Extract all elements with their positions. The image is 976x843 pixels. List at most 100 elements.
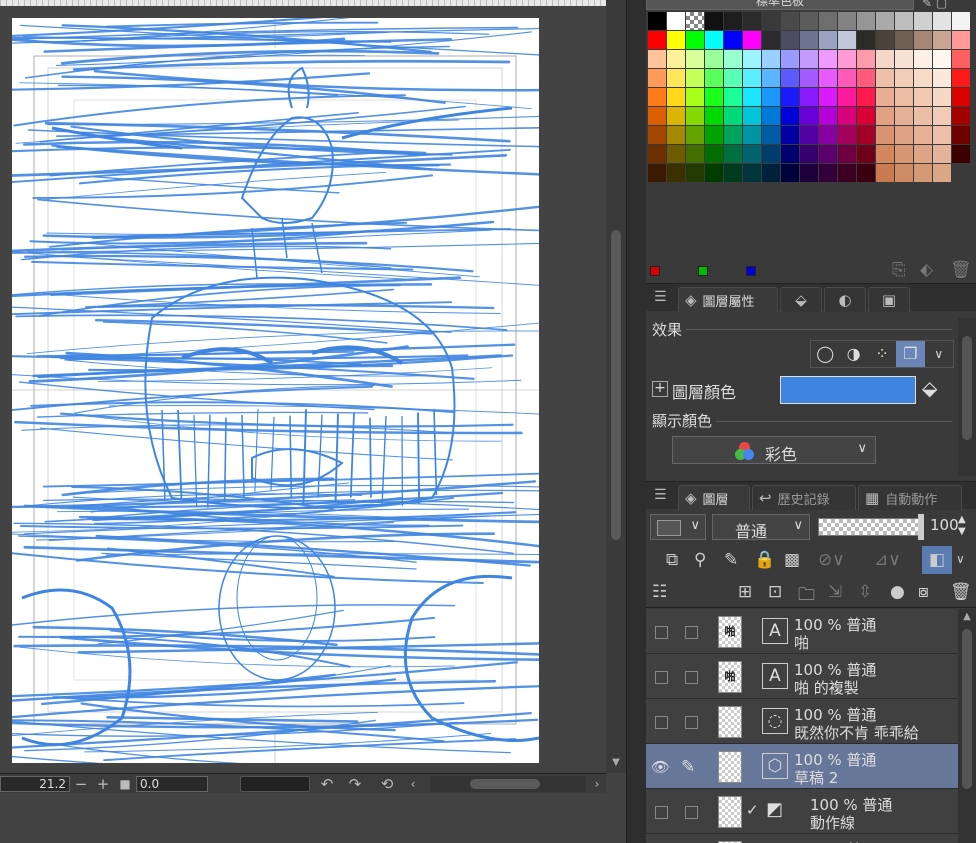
color-swatch[interactable] xyxy=(762,126,780,144)
panel-menu-icon[interactable]: ☰ xyxy=(654,487,667,503)
color-swatch[interactable] xyxy=(876,50,894,68)
color-swatch[interactable] xyxy=(800,31,818,49)
color-swatch[interactable] xyxy=(895,107,913,125)
color-swatch[interactable] xyxy=(686,31,704,49)
layer-color-effect-icon[interactable]: ❐ xyxy=(896,341,925,367)
color-swatch[interactable] xyxy=(895,126,913,144)
color-swatch[interactable] xyxy=(800,145,818,163)
color-swatch[interactable] xyxy=(648,164,666,182)
color-swatch[interactable] xyxy=(762,107,780,125)
blend-mode-dropdown[interactable]: 普通 ∨ xyxy=(712,514,810,541)
color-swatch[interactable] xyxy=(914,69,932,87)
color-swatch[interactable] xyxy=(952,107,970,125)
lock-checkbox[interactable] xyxy=(685,626,698,639)
color-swatch[interactable] xyxy=(895,50,913,68)
panel-menu-icon[interactable]: ☰ xyxy=(654,289,667,305)
color-swatch[interactable] xyxy=(743,12,761,30)
color-swatch[interactable] xyxy=(705,126,723,144)
color-swatch[interactable] xyxy=(876,31,894,49)
reset-rotation-icon[interactable]: ⟲ xyxy=(376,775,398,793)
color-swatch[interactable] xyxy=(686,145,704,163)
layer-color-expand-icon[interactable]: + xyxy=(652,381,668,397)
zoom-out-button[interactable]: − xyxy=(70,775,92,793)
color-swatch[interactable] xyxy=(876,12,894,30)
visibility-checkbox[interactable] xyxy=(655,716,668,729)
rotate-left-icon[interactable]: ↶ xyxy=(316,775,338,793)
color-swatch[interactable] xyxy=(838,88,856,106)
color-swatch[interactable] xyxy=(648,126,666,144)
color-swatch[interactable] xyxy=(724,12,742,30)
color-swatch[interactable] xyxy=(667,145,685,163)
pencil-icon[interactable]: ✎ xyxy=(681,757,695,777)
mask-off-icon[interactable]: ⊘∨ xyxy=(818,550,845,570)
eye-icon[interactable]: 👁 xyxy=(651,758,670,776)
lock-icon[interactable]: 🔒 xyxy=(754,550,775,570)
lock-checkbox[interactable] xyxy=(685,671,698,684)
new-folder-icon[interactable]: 🗀 xyxy=(798,582,815,611)
new-vector-layer-icon[interactable]: ⊡ xyxy=(768,582,782,602)
color-swatch[interactable] xyxy=(819,50,837,68)
color-swatch[interactable] xyxy=(648,88,666,106)
color-swatch[interactable] xyxy=(781,88,799,106)
rotation-slider[interactable] xyxy=(240,776,310,792)
color-swatch[interactable] xyxy=(952,12,970,30)
color-swatch[interactable] xyxy=(800,88,818,106)
color-swatch[interactable] xyxy=(705,69,723,87)
color-swatch[interactable] xyxy=(895,69,913,87)
color-swatch[interactable] xyxy=(914,164,932,182)
color-swatch[interactable] xyxy=(857,12,875,30)
effect-dropdown-chevron-down-icon[interactable]: ∨ xyxy=(925,341,953,367)
horizontal-scroll-thumb[interactable] xyxy=(470,779,540,789)
color-swatch[interactable] xyxy=(819,31,837,49)
layer-row[interactable]: 100 % 普通 xyxy=(646,834,958,843)
color-swatch[interactable] xyxy=(952,88,970,106)
color-swatch[interactable] xyxy=(838,145,856,163)
color-swatch[interactable] xyxy=(800,12,818,30)
color-swatch[interactable] xyxy=(667,69,685,87)
color-swatch[interactable] xyxy=(667,107,685,125)
color-swatch[interactable] xyxy=(800,50,818,68)
color-swatch[interactable] xyxy=(762,69,780,87)
color-set-dropdown[interactable]: 標準色板 xyxy=(646,0,914,10)
color-swatch[interactable] xyxy=(667,88,685,106)
color-swatch[interactable] xyxy=(876,145,894,163)
color-swatch[interactable] xyxy=(762,31,780,49)
color-swatch[interactable] xyxy=(895,88,913,106)
canvas-area[interactable]: ▼ 21.2 − + ■ 0.0 ↶ ↷ ⟲ ‹ › xyxy=(0,0,626,843)
color-swatch[interactable] xyxy=(933,69,951,87)
color-swatch[interactable] xyxy=(933,12,951,30)
color-swatch[interactable] xyxy=(838,69,856,87)
color-swatch[interactable] xyxy=(857,107,875,125)
color-swatch[interactable] xyxy=(914,12,932,30)
color-swatch[interactable] xyxy=(724,88,742,106)
color-swatch[interactable] xyxy=(952,126,970,144)
color-swatch[interactable] xyxy=(724,31,742,49)
color-swatch[interactable] xyxy=(800,69,818,87)
opacity-value[interactable]: 100 xyxy=(930,516,959,534)
color-swatch[interactable] xyxy=(686,50,704,68)
lock-checkbox[interactable] xyxy=(685,716,698,729)
ruler-off-icon[interactable]: ⊿∨ xyxy=(874,550,901,570)
layer-list-scrollbar[interactable]: ▲ xyxy=(958,609,976,843)
color-swatch[interactable] xyxy=(686,107,704,125)
color-swatch[interactable] xyxy=(838,31,856,49)
color-swatch[interactable] xyxy=(914,145,932,163)
opacity-slider[interactable] xyxy=(818,518,922,536)
color-swatch[interactable] xyxy=(876,69,894,87)
color-swatch[interactable] xyxy=(838,12,856,30)
color-swatch[interactable] xyxy=(895,31,913,49)
color-swatch[interactable] xyxy=(838,50,856,68)
color-set-settings-icon[interactable]: ✎ ▢ xyxy=(922,0,947,10)
create-mask-icon[interactable]: ● xyxy=(890,582,905,602)
panel-divider[interactable] xyxy=(626,0,646,843)
color-swatch[interactable] xyxy=(743,164,761,182)
color-swatch[interactable] xyxy=(705,88,723,106)
color-swatch[interactable] xyxy=(667,126,685,144)
canvas-horizontal-scrollbar[interactable] xyxy=(430,776,586,792)
color-swatch[interactable] xyxy=(648,50,666,68)
tone-effect-icon[interactable]: ◑ xyxy=(839,341,867,367)
color-swatch[interactable] xyxy=(724,164,742,182)
color-swatch[interactable] xyxy=(648,69,666,87)
color-swatch[interactable] xyxy=(686,88,704,106)
halftone-effect-icon[interactable]: ⁘ xyxy=(868,341,896,367)
